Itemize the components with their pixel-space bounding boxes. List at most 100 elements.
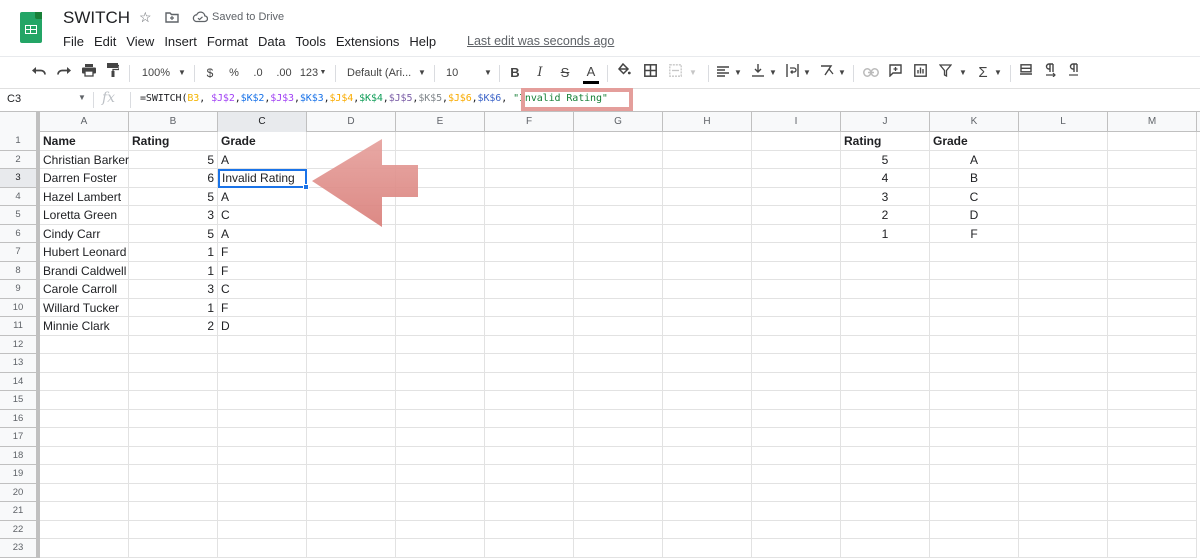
cell-l1[interactable] [1019,132,1108,151]
cell-f16[interactable] [485,409,574,428]
cell-a7[interactable]: Hubert Leonard [40,243,129,262]
cell-j12[interactable] [841,335,930,354]
cell-k13[interactable] [930,354,1019,373]
zoom-select[interactable]: 100% [140,63,172,83]
cell-i3[interactable] [752,169,841,188]
cell-g12[interactable] [574,335,663,354]
cell-i19[interactable] [752,465,841,484]
column-header-i[interactable]: I [752,112,841,132]
row-header-20[interactable]: 20 [0,483,40,502]
cell-j22[interactable] [841,520,930,539]
column-header-c[interactable]: C [218,112,307,132]
cell-i22[interactable] [752,520,841,539]
row-header-19[interactable]: 19 [0,465,40,484]
cell-c9[interactable]: C [218,280,307,299]
cell-f15[interactable] [485,391,574,410]
cell-f22[interactable] [485,520,574,539]
cell-e22[interactable] [396,520,485,539]
cloud-saved-icon[interactable] [192,10,209,26]
cell-k4[interactable]: C [930,187,1019,206]
cell-k17[interactable] [930,428,1019,447]
cell-g15[interactable] [574,391,663,410]
cell-b20[interactable] [129,483,218,502]
horizontal-align-icon[interactable] [716,63,730,83]
menu-extensions[interactable]: Extensions [336,34,400,49]
insert-link-icon[interactable] [862,63,880,83]
cell-d17[interactable] [307,428,396,447]
cell-k18[interactable] [930,446,1019,465]
cell-g11[interactable] [574,317,663,336]
cell-e21[interactable] [396,502,485,521]
cell-b16[interactable] [129,409,218,428]
cell-j20[interactable] [841,483,930,502]
cell-m23[interactable] [1108,539,1197,558]
cell-a14[interactable] [40,372,129,391]
wrap-dropdown-icon[interactable]: ▼ [802,63,812,83]
cell-a10[interactable]: Willard Tucker [40,298,129,317]
cell-c18[interactable] [218,446,307,465]
cell-j13[interactable] [841,354,930,373]
cell-i21[interactable] [752,502,841,521]
name-box-dropdown-icon[interactable]: ▼ [78,93,86,102]
column-header-d[interactable]: D [307,112,396,132]
cell-a22[interactable] [40,520,129,539]
text-rotation-icon[interactable] [819,63,835,83]
cell-f5[interactable] [485,206,574,225]
cell-k7[interactable] [930,243,1019,262]
filter-dropdown-icon[interactable]: ▼ [958,63,968,83]
cell-h10[interactable] [663,298,752,317]
cell-f8[interactable] [485,261,574,280]
cell-c5[interactable]: C [218,206,307,225]
cell-h13[interactable] [663,354,752,373]
cell-d15[interactable] [307,391,396,410]
row-header-7[interactable]: 7 [0,243,40,262]
cell-a21[interactable] [40,502,129,521]
cell-g21[interactable] [574,502,663,521]
row-header-13[interactable]: 13 [0,354,40,373]
cell-d16[interactable] [307,409,396,428]
cell-d18[interactable] [307,446,396,465]
row-header-3[interactable]: 3 [0,169,40,188]
cell-k11[interactable] [930,317,1019,336]
cell-c12[interactable] [218,335,307,354]
column-header-m[interactable]: M [1108,112,1197,132]
last-edit-link[interactable]: Last edit was seconds ago [467,34,614,48]
menu-format[interactable]: Format [207,34,248,49]
decrease-decimal-button[interactable]: .0 [250,63,266,83]
cell-j7[interactable] [841,243,930,262]
move-folder-icon[interactable] [165,10,179,26]
row-header-4[interactable]: 4 [0,187,40,206]
cell-l18[interactable] [1019,446,1108,465]
cell-g3[interactable] [574,169,663,188]
more-formats-button[interactable]: 123 [298,63,320,83]
cell-d19[interactable] [307,465,396,484]
cell-h9[interactable] [663,280,752,299]
cell-i16[interactable] [752,409,841,428]
cell-a1[interactable]: Name [40,132,129,151]
cell-c15[interactable] [218,391,307,410]
cell-e17[interactable] [396,428,485,447]
cell-h23[interactable] [663,539,752,558]
cell-m11[interactable] [1108,317,1197,336]
cell-i1[interactable] [752,132,841,151]
cell-j23[interactable] [841,539,930,558]
cell-g7[interactable] [574,243,663,262]
cell-l17[interactable] [1019,428,1108,447]
cell-b6[interactable]: 5 [129,224,218,243]
cell-k20[interactable] [930,483,1019,502]
cell-c10[interactable]: F [218,298,307,317]
cell-c13[interactable] [218,354,307,373]
row-header-18[interactable]: 18 [0,446,40,465]
cell-i17[interactable] [752,428,841,447]
cell-m16[interactable] [1108,409,1197,428]
cell-i4[interactable] [752,187,841,206]
cell-e8[interactable] [396,261,485,280]
cell-l5[interactable] [1019,206,1108,225]
row-header-23[interactable]: 23 [0,539,40,558]
menu-file[interactable]: File [63,34,84,49]
cell-f21[interactable] [485,502,574,521]
cell-b11[interactable]: 2 [129,317,218,336]
cell-m3[interactable] [1108,169,1197,188]
cell-m1[interactable] [1108,132,1197,151]
cell-g5[interactable] [574,206,663,225]
